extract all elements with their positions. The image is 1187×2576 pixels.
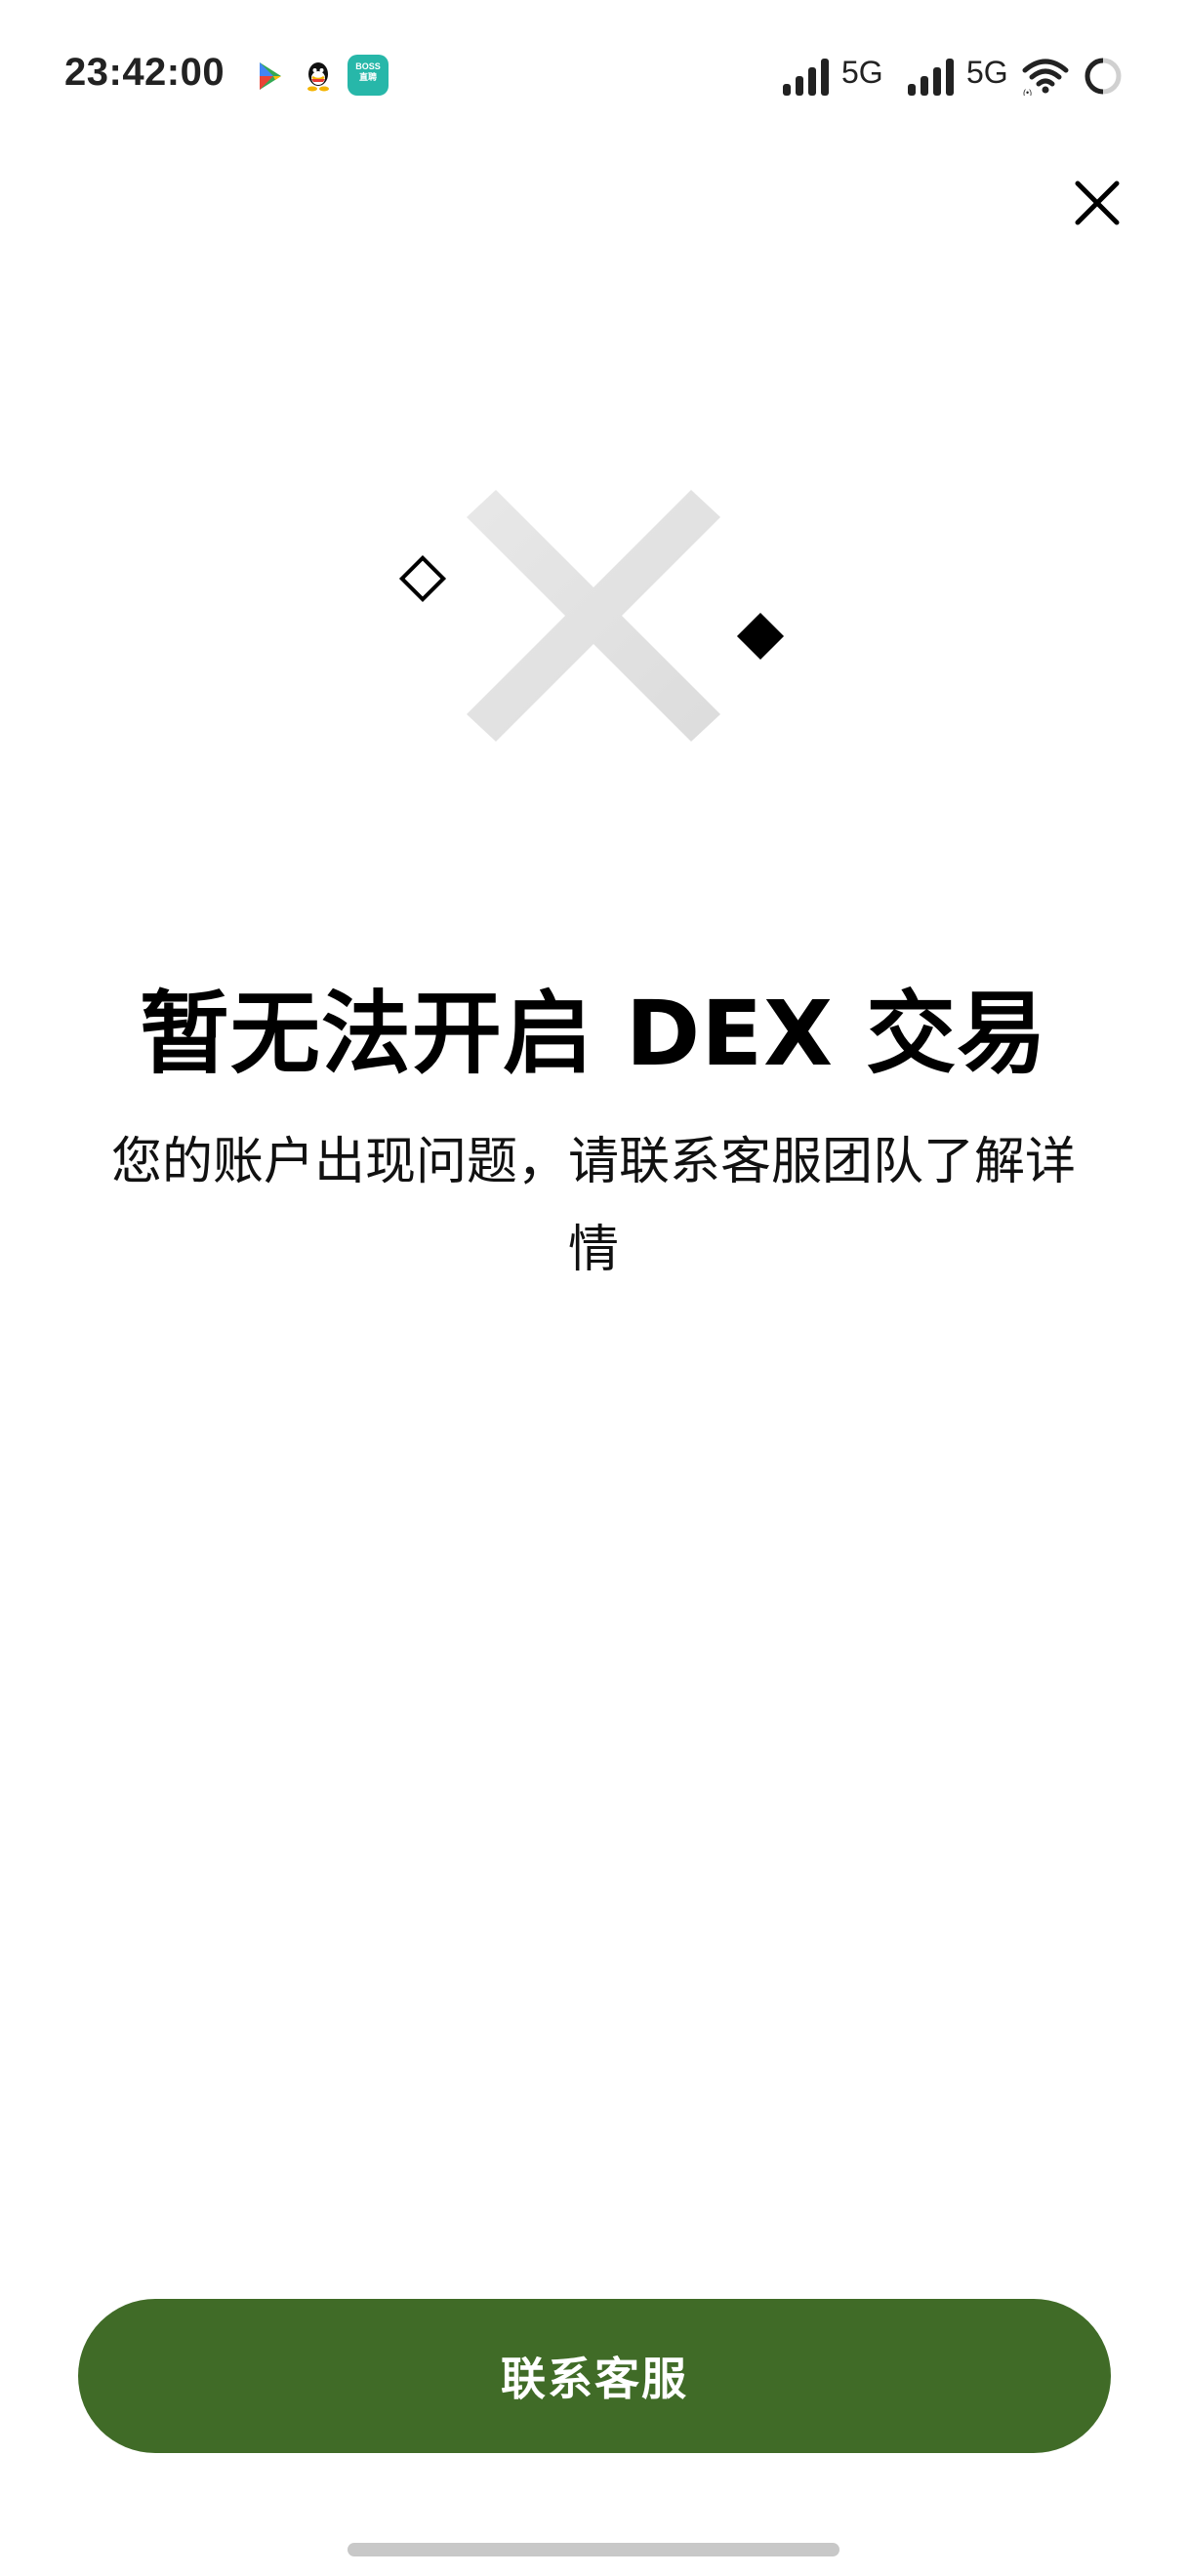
diamond-filled-icon (736, 612, 785, 661)
close-icon[interactable] (1072, 178, 1123, 228)
wifi-icon: (•) (1022, 59, 1069, 96)
qq-icon (307, 62, 329, 92)
diamond-outline-icon (398, 554, 447, 603)
error-illustration (398, 490, 785, 742)
google-play-icon (260, 62, 281, 90)
signal-icon (783, 59, 829, 96)
large-x-icon (467, 490, 720, 742)
svg-text:(•): (•) (1023, 88, 1032, 96)
contact-support-button[interactable]: 联系客服 (78, 2299, 1111, 2453)
battery-icon (1085, 58, 1122, 95)
home-indicator[interactable] (348, 2543, 839, 2556)
page-title: 暂无法开启 DEX 交易 (139, 982, 1048, 1086)
network-type-label: 5G (841, 55, 883, 90)
boss-zhipin-icon: BOSS 直聘 (348, 55, 389, 96)
signal-icon (908, 59, 954, 96)
page-description: 您的账户出现问题，请联系客服团队了解详情 (110, 1133, 1076, 1279)
status-time: 23:42:00 (64, 51, 225, 94)
status-bar: 23:42:00 BOSS 直聘 5G 5G (•) (0, 0, 1187, 156)
network-type-label: 5G (966, 55, 1008, 90)
